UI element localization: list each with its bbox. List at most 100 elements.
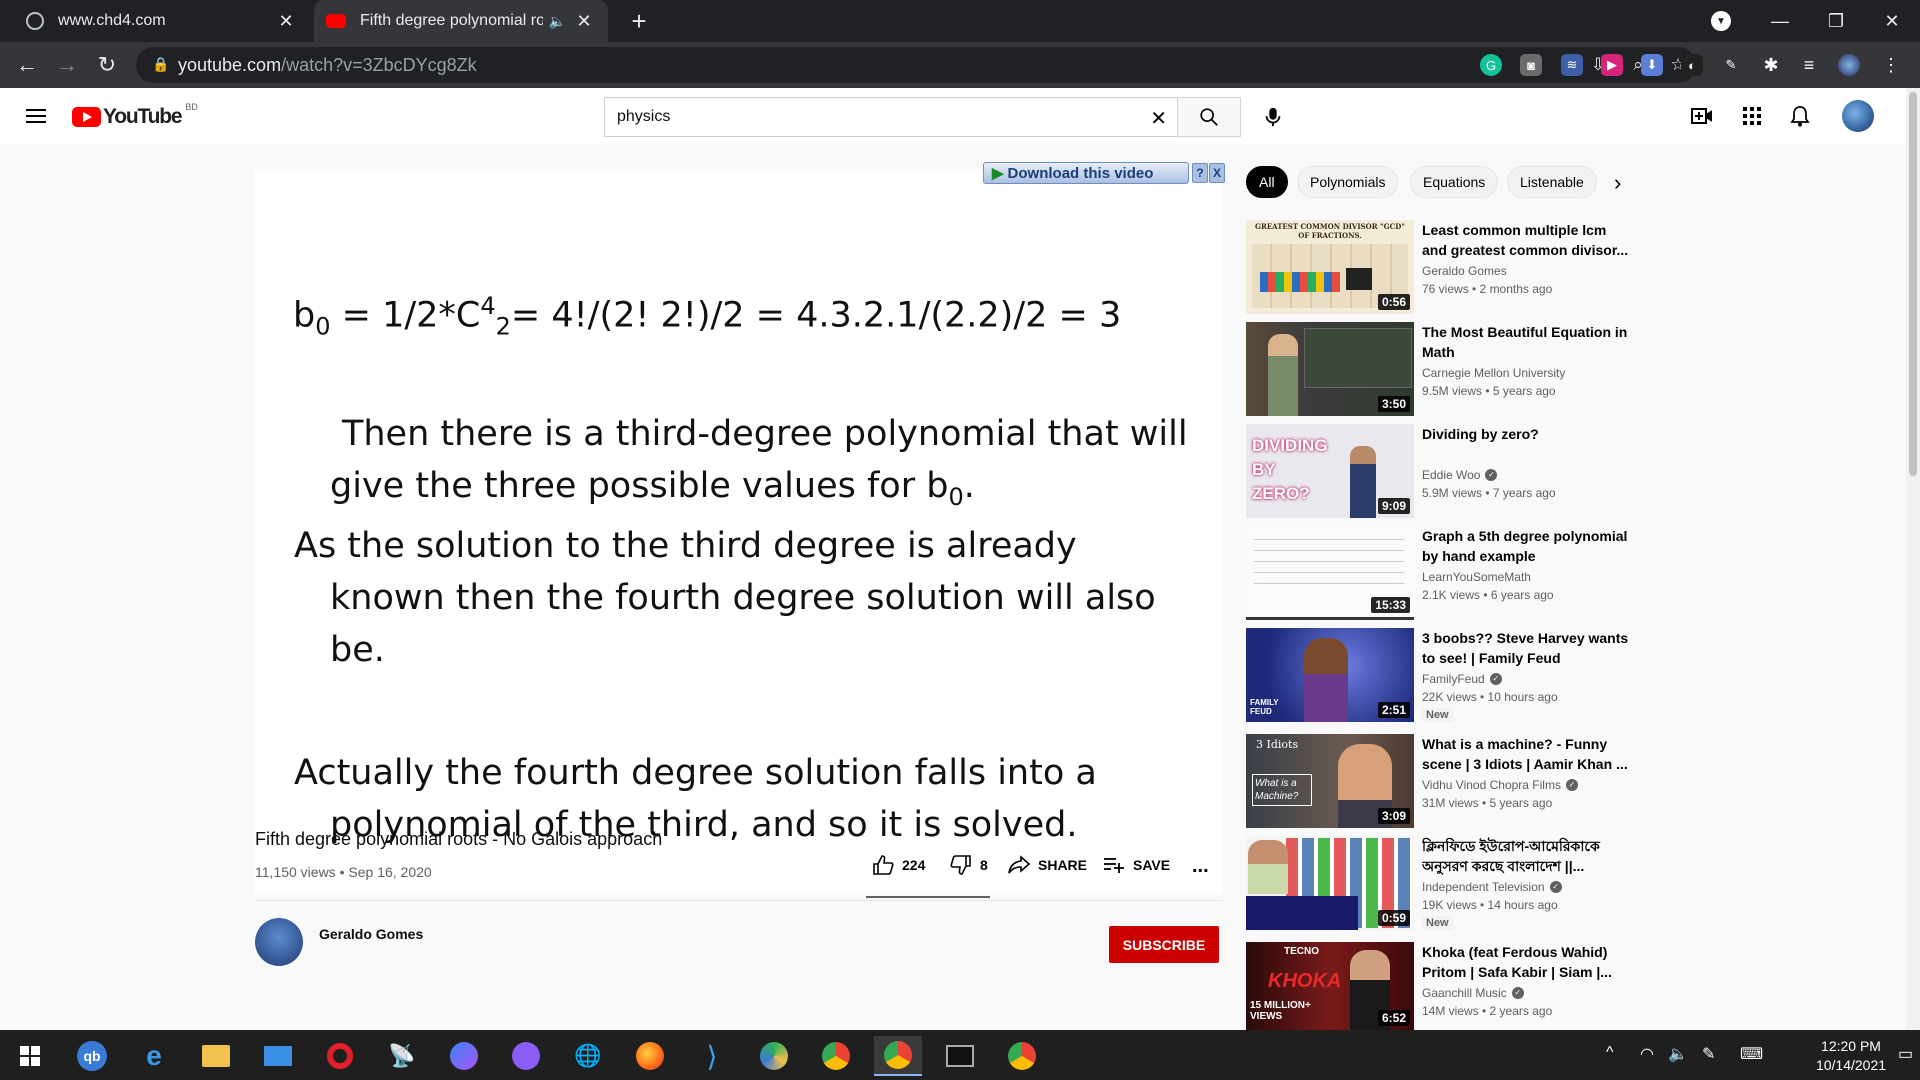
grammarly-extension-icon[interactable]: G [1480,54,1502,76]
video-thumbnail[interactable]: 15:33 [1246,526,1414,620]
extension-icon[interactable]: ◐ [1681,54,1703,76]
system-clock[interactable]: 12:20 PM 10/14/2021 [1812,1037,1890,1075]
recommended-title[interactable]: What is a machine? - Funny scene | 3 Idi… [1422,734,1632,774]
search-button[interactable] [1177,97,1241,137]
github-icon[interactable] [502,1036,550,1076]
firefox-icon[interactable] [626,1036,674,1076]
recommended-channel[interactable]: Geraldo Gomes [1422,264,1507,278]
recommended-channel[interactable]: Vidhu Vinod Chopra Films ✓ [1422,778,1578,792]
lock-icon[interactable]: 🔒 [152,56,169,73]
recommended-video[interactable]: 3:50 The Most Beautiful Equation in Math… [1246,322,1646,418]
video-thumbnail[interactable]: 0:59 [1246,836,1414,930]
download-video-button[interactable]: ▶ Download this video [983,162,1189,184]
channel-name[interactable]: Geraldo Gomes [319,926,423,942]
notifications-icon[interactable]: ▭ [1898,1044,1913,1064]
recommended-title[interactable]: 3 boobs?? Steve Harvey wants to see! | F… [1422,628,1632,668]
back-icon[interactable]: ← [12,50,42,80]
vscode-icon[interactable]: ⟩ [688,1036,736,1076]
chip-equations[interactable]: Equations [1410,166,1499,198]
video-thumbnail[interactable]: 3:50 [1246,322,1414,416]
minimize-icon[interactable]: — [1752,0,1808,42]
pen-extension-icon[interactable]: ✎ [1720,54,1742,76]
media-control-icon[interactable]: ≡ [1798,54,1820,76]
recommended-title[interactable]: The Most Beautiful Equation in Math [1422,322,1632,362]
youtube-logo[interactable]: YouTube BD [72,102,198,129]
more-actions-icon[interactable]: ... [1192,855,1209,878]
recommended-title[interactable]: Khoka (feat Ferdous Wahid) Pritom | Safa… [1422,942,1632,982]
notifications-bell-icon[interactable] [1788,104,1812,128]
mail-icon[interactable] [254,1036,302,1076]
recommended-video[interactable]: GREATEST COMMON DIVISOR "GCD" OF FRACTIO… [1246,220,1646,316]
recommended-channel[interactable]: FamilyFeud ✓ [1422,672,1502,686]
search-input[interactable]: physics ✕ [604,97,1178,137]
extension-icon[interactable]: ≋ [1561,54,1583,76]
satellite-app-icon[interactable]: 📡 [378,1036,426,1076]
recommended-title[interactable]: ক্লিনফিডে ইউরোপ-আমেরিকাকে অনুসরণ করছে বা… [1422,836,1632,876]
forward-icon[interactable]: → [52,50,82,80]
show-hidden-icons-icon[interactable]: ^ [1606,1044,1614,1062]
close-tab-icon[interactable]: ✕ [276,11,296,32]
address-bar[interactable]: 🔒 youtube.com/watch?v=3ZbcDYcg8Zk ⇩ ⌕ ☆ [136,47,1696,83]
video-thumbnail[interactable]: DIVIDING BY ZERO? 9:09 [1246,424,1414,518]
maximize-icon[interactable]: ❐ [1808,0,1864,42]
recommended-channel[interactable]: Eddie Woo ✓ [1422,468,1498,482]
channel-avatar[interactable] [255,918,303,966]
account-avatar[interactable] [1842,100,1874,132]
video-thumbnail[interactable]: TECNO KHOKA 15 MILLION+ VIEWS 6:52 [1246,942,1414,1030]
file-explorer-icon[interactable] [192,1036,240,1076]
apps-grid-icon[interactable] [1740,104,1764,128]
video-thumbnail[interactable]: 3 Idiots What is a Machine? 3:09 [1246,734,1414,828]
subscribe-button[interactable]: SUBSCRIBE [1109,926,1219,963]
like-button[interactable]: 224 [872,855,925,875]
app-icon[interactable] [750,1036,798,1076]
recommended-title[interactable]: Dividing by zero? [1422,424,1632,444]
video-thumbnail[interactable]: GREATEST COMMON DIVISOR "GCD" OF FRACTIO… [1246,220,1414,314]
terminal-icon[interactable] [936,1036,984,1076]
reload-icon[interactable]: ↻ [92,50,122,80]
browser-menu-icon[interactable]: ⋮ [1880,54,1902,76]
recommended-channel[interactable]: Gaanchill Music ✓ [1422,986,1524,1000]
chrome-profile-icon[interactable] [998,1036,1046,1076]
speaker-icon[interactable]: 🔈 [549,13,566,30]
chip-listenable[interactable]: Listenable [1507,166,1597,198]
chrome-icon[interactable] [812,1036,860,1076]
chip-polynomials[interactable]: Polynomials [1297,166,1399,198]
recommended-video[interactable]: 0:59 ক্লিনফিডে ইউরোপ-আমেরিকাকে অনুসরণ কর… [1246,836,1646,932]
recommended-video[interactable]: TECNO KHOKA 15 MILLION+ VIEWS 6:52 Khoka… [1246,942,1646,1038]
pen-workspace-icon[interactable]: ✎ [1702,1044,1715,1064]
chip-all[interactable]: All [1246,166,1288,198]
video-thumbnail[interactable]: FAMILY FEUD 2:51 [1246,628,1414,722]
app-icon[interactable]: 🌐 [564,1036,612,1076]
chrome-active-icon[interactable] [874,1036,922,1076]
profile-avatar-icon[interactable] [1838,54,1860,76]
camera-extension-icon[interactable]: ◙ [1520,54,1542,76]
url-text[interactable]: youtube.com/watch?v=3ZbcDYcg8Zk [178,55,477,76]
close-window-icon[interactable]: ✕ [1864,0,1920,42]
recommended-channel[interactable]: LearnYouSomeMath [1422,570,1531,584]
tab-chd4[interactable]: www.chd4.com ✕ [0,0,310,42]
create-video-icon[interactable] [1690,104,1714,128]
recommended-title[interactable]: Graph a 5th degree polynomial by hand ex… [1422,526,1632,566]
voice-search-button[interactable] [1253,97,1293,137]
tab-youtube-active[interactable]: Fifth degree polynomial root 🔈 ✕ [314,0,608,42]
puzzle-extensions-icon[interactable]: ✱ [1760,54,1782,76]
recommended-channel[interactable]: Carnegie Mellon University [1422,366,1565,380]
download-help-button[interactable]: ? [1192,163,1208,183]
download-extension-icon[interactable]: ⬇ [1641,54,1663,76]
save-button[interactable]: SAVE [1103,855,1170,875]
edge-legacy-icon[interactable]: e [130,1036,178,1076]
recommended-video[interactable]: DIVIDING BY ZERO? 9:09 Dividing by zero?… [1246,424,1646,520]
new-tab-button[interactable]: + [624,6,654,37]
play-extension-icon[interactable]: ▶ [1601,54,1623,76]
volume-icon[interactable]: 🔈 [1668,1044,1688,1064]
tab-search-dropdown-icon[interactable]: ▼ [1711,11,1731,31]
share-button[interactable]: SHARE [1008,855,1087,875]
close-tab-icon[interactable]: ✕ [574,11,594,32]
scrollbar-thumb[interactable] [1909,92,1917,476]
menu-icon[interactable] [24,104,48,128]
wifi-icon[interactable]: ◠ [1640,1044,1654,1064]
keyboard-icon[interactable]: ⌨ [1740,1044,1763,1064]
messenger-icon[interactable] [440,1036,488,1076]
page-scrollbar[interactable] [1906,88,1920,1030]
dislike-button[interactable]: 8 [950,855,988,875]
